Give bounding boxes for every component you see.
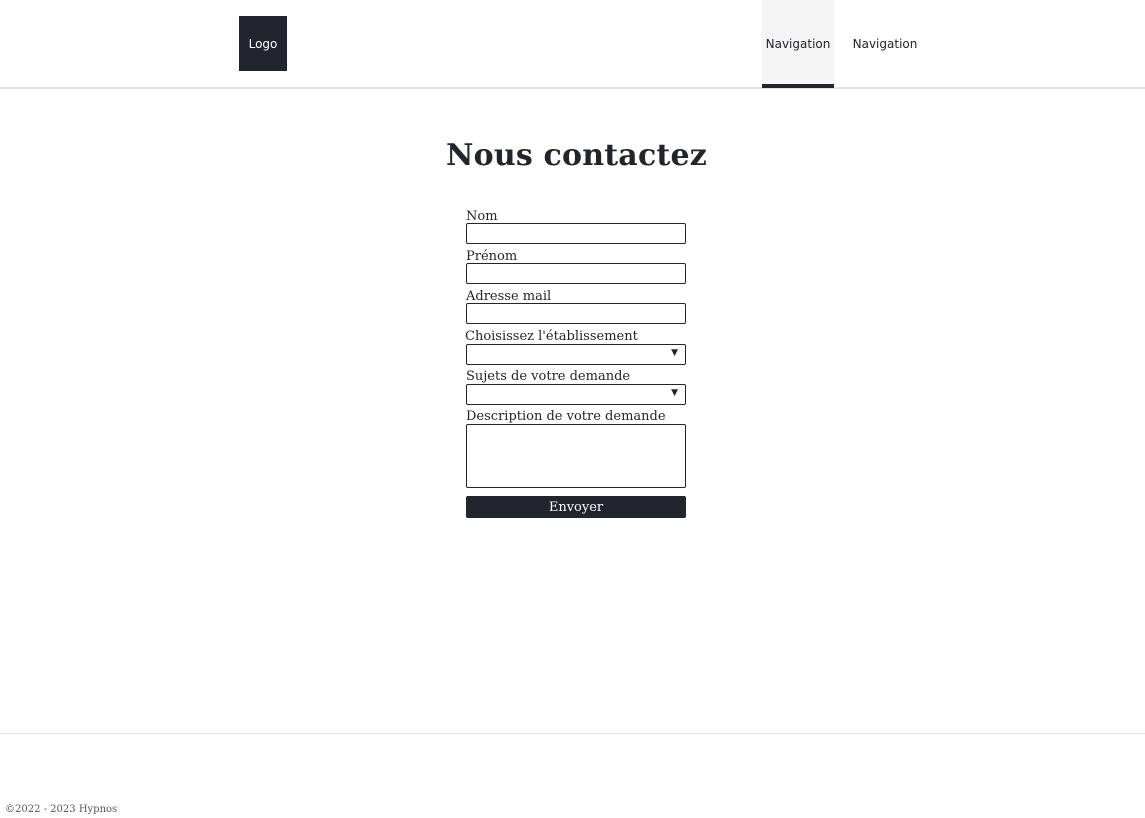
sujet-label: Sujets de votre demande [466, 369, 631, 384]
email-input[interactable] [466, 303, 686, 324]
footer-divider [0, 733, 1145, 734]
chevron-down-icon: ▼ [671, 388, 678, 398]
etablissement-label: Choisissez l'établissement [465, 329, 638, 344]
submit-button[interactable]: Envoyer [466, 496, 686, 518]
page-title: Nous contactez [445, 138, 707, 173]
chevron-down-icon: ▼ [671, 348, 678, 358]
site-header: Logo Navigation Navigation [0, 0, 1145, 89]
sujet-select[interactable]: ▼ [466, 384, 686, 405]
nav-item-1[interactable]: Navigation [762, 0, 834, 88]
nom-input[interactable] [466, 223, 686, 244]
description-label: Description de votre demande [466, 409, 666, 424]
prenom-input[interactable] [466, 263, 686, 284]
logo[interactable]: Logo [239, 16, 287, 71]
description-textarea[interactable] [466, 424, 686, 488]
nav-item-2[interactable]: Navigation [850, 0, 920, 88]
etablissement-select[interactable]: ▼ [466, 344, 686, 365]
footer-copyright: ©2022 - 2023 Hypnos [5, 804, 118, 815]
